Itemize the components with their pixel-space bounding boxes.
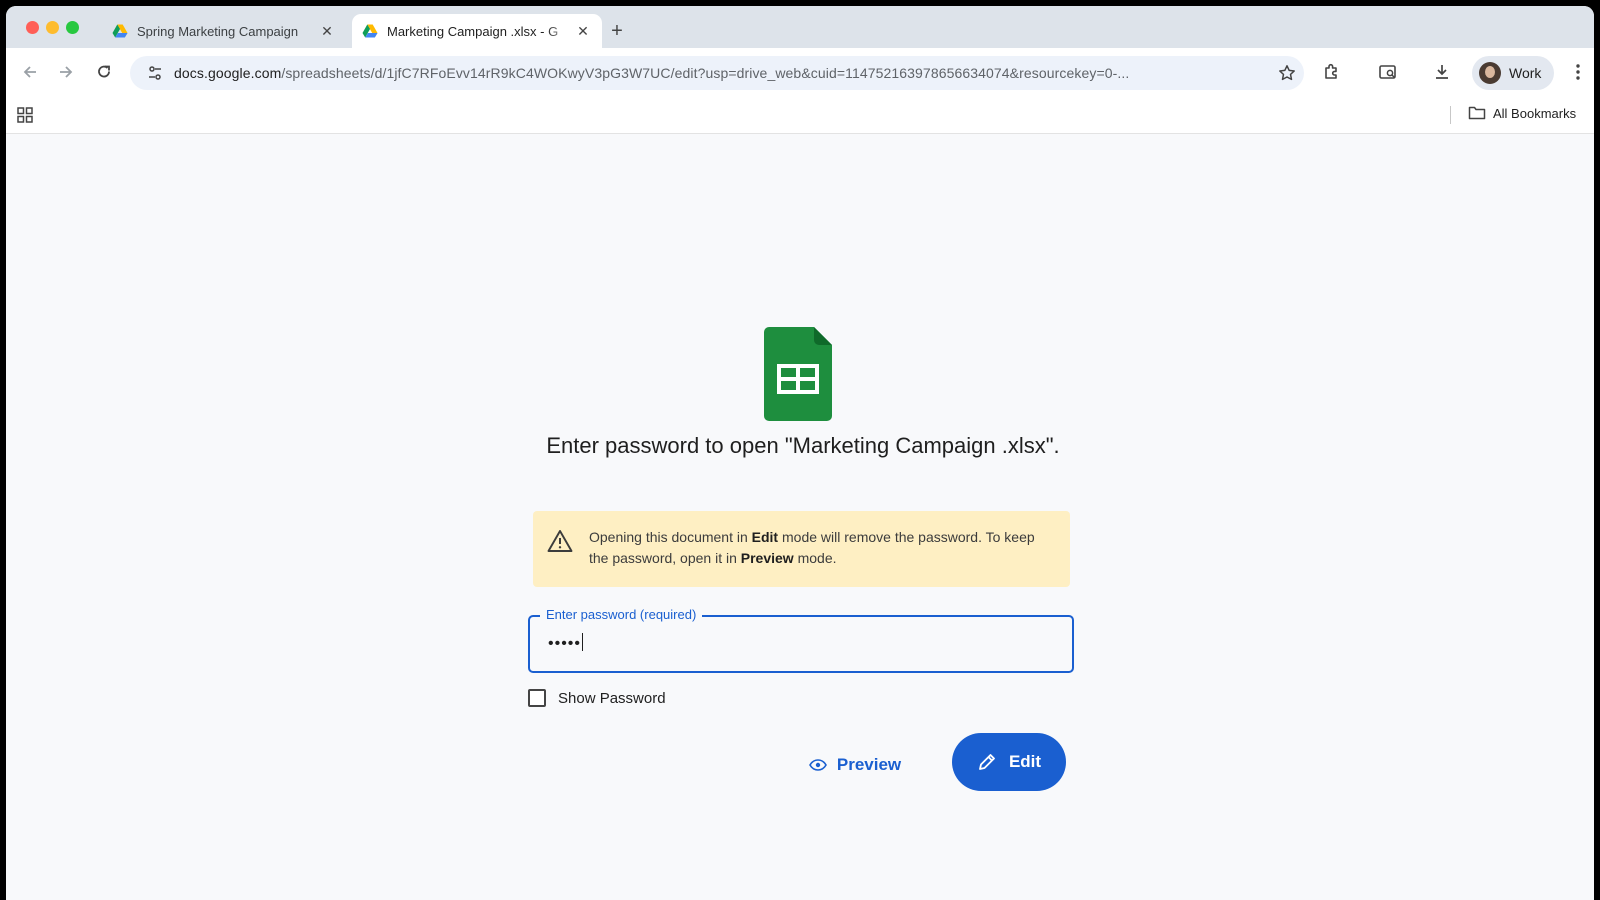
show-password-label: Show Password xyxy=(558,689,666,707)
warning-edit-keyword: Edit xyxy=(751,529,779,545)
checkbox-box[interactable] xyxy=(528,689,546,707)
extensions-puzzle-icon[interactable] xyxy=(1320,60,1344,84)
warning-text-3: mode. xyxy=(793,550,837,566)
warning-icon xyxy=(547,530,573,552)
reload-icon[interactable] xyxy=(92,60,116,84)
preview-button-label: Preview xyxy=(836,755,902,774)
back-arrow-icon[interactable] xyxy=(18,60,42,84)
tab-title: Spring Marketing Campaign xyxy=(137,23,299,39)
tab-strip: Spring Marketing Campaign ✕ Marketing Ca… xyxy=(6,6,1594,48)
browser-window: Spring Marketing Campaign ✕ Marketing Ca… xyxy=(6,6,1594,900)
warning-text-1: Opening this document in xyxy=(589,529,752,545)
tab-marketing-campaign-xlsx[interactable]: Marketing Campaign .xlsx - G ✕ xyxy=(352,14,602,48)
password-prompt-title: Enter password to open "Marketing Campai… xyxy=(546,433,1060,458)
bookmark-star-icon[interactable] xyxy=(1270,64,1304,82)
close-tab-icon[interactable]: ✕ xyxy=(574,22,592,40)
address-bar[interactable]: docs.google.com/spreadsheets/d/1jfC7RFoE… xyxy=(130,56,1304,90)
close-window-button[interactable] xyxy=(26,21,39,34)
profile-label: Work xyxy=(1509,65,1542,81)
password-field[interactable]: Enter password (required) ••••• xyxy=(528,607,1074,673)
pencil-icon xyxy=(979,754,995,770)
url-text: docs.google.com/spreadsheets/d/1jfC7RFoE… xyxy=(174,65,1270,81)
bookmarks-divider xyxy=(1450,106,1451,124)
new-tab-button[interactable]: + xyxy=(606,21,628,43)
google-drive-icon xyxy=(112,24,128,38)
edit-mode-warning: Opening this document in Edit mode will … xyxy=(533,511,1070,587)
tab-search-icon[interactable] xyxy=(1376,60,1400,84)
apps-grid-icon[interactable] xyxy=(16,106,34,124)
password-field-label: Enter password (required) xyxy=(540,607,703,622)
forward-arrow-icon[interactable] xyxy=(54,60,78,84)
google-drive-icon xyxy=(362,24,378,38)
tab-title: Marketing Campaign .xlsx - G xyxy=(387,23,559,39)
password-dialog-page: Enter password to open "Marketing Campai… xyxy=(6,135,1594,900)
all-bookmarks-label: All Bookmarks xyxy=(1493,105,1577,121)
profile-button[interactable]: Work xyxy=(1472,56,1554,90)
site-settings-icon[interactable] xyxy=(140,65,170,81)
folder-icon xyxy=(1468,106,1486,120)
show-password-checkbox[interactable]: Show Password xyxy=(528,689,666,707)
browser-toolbar: docs.google.com/spreadsheets/d/1jfC7RFoE… xyxy=(6,48,1594,96)
url-domain: docs.google.com xyxy=(174,65,282,81)
downloads-icon[interactable] xyxy=(1430,60,1454,84)
text-caret xyxy=(582,633,584,651)
url-path: /spreadsheets/d/1jfC7RFoEvv14rR9kC4WOKwy… xyxy=(281,65,1130,81)
bookmarks-bar: All Bookmarks xyxy=(6,96,1594,134)
preview-button[interactable]: Preview xyxy=(802,737,908,793)
warning-preview-keyword: Preview xyxy=(740,550,794,566)
edit-button-label: Edit xyxy=(1008,752,1042,771)
minimize-window-button[interactable] xyxy=(46,21,59,34)
google-sheets-icon xyxy=(764,327,832,421)
tab-spring-marketing-campaign[interactable]: Spring Marketing Campaign ✕ xyxy=(102,14,346,48)
avatar xyxy=(1479,62,1501,84)
password-input-value[interactable]: ••••• xyxy=(548,633,584,653)
all-bookmarks-button[interactable]: All Bookmarks xyxy=(1468,105,1576,121)
edit-button[interactable]: Edit xyxy=(952,733,1066,791)
password-masked-text: ••••• xyxy=(548,635,582,652)
more-menu-icon[interactable] xyxy=(1566,60,1590,84)
close-tab-icon[interactable]: ✕ xyxy=(318,22,336,40)
eye-icon xyxy=(808,759,827,771)
maximize-window-button[interactable] xyxy=(66,21,79,34)
warning-text: Opening this document in Edit mode will … xyxy=(589,527,1052,569)
